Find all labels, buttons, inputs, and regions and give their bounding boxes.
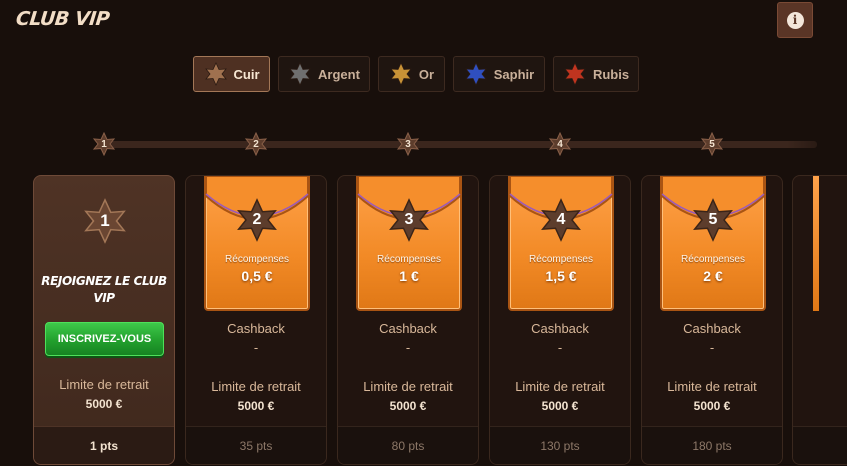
level-number: 4 [556, 211, 566, 228]
tab-label: Or [418, 66, 435, 82]
page-title: CLUB VIP [14, 8, 111, 30]
tab-saphir[interactable]: Saphir [453, 56, 545, 92]
level-number: 3 [404, 211, 414, 228]
marker-label: 3 [405, 138, 411, 150]
limit-label: Limite de retrait [667, 379, 757, 394]
limit-label: Limite de retrait [59, 377, 149, 392]
star-icon [564, 62, 586, 86]
rewards-label: Récompenses [377, 254, 441, 265]
reward-envelope: 3 Récompenses 1 € [356, 176, 462, 311]
level-marker: 4 [548, 132, 572, 156]
cashback-label: Cashback [379, 321, 437, 336]
level-card-partial [792, 175, 847, 465]
points-label: 80 pts [338, 426, 478, 464]
level-badge: 1 [82, 198, 128, 244]
points-label: 1 pts [34, 426, 174, 464]
level-number: 2 [252, 211, 262, 228]
tab-or[interactable]: Or [378, 56, 445, 92]
level-marker: 2 [244, 132, 268, 156]
level-badge: 2 [235, 198, 279, 242]
cashback-label: Cashback [683, 321, 741, 336]
rewards-label: Récompenses [529, 254, 593, 265]
signup-button[interactable]: INSCRIVEZ-VOUS [45, 322, 164, 356]
reward-value: 1,5 € [545, 268, 577, 284]
level-badge: 4 [539, 198, 583, 242]
star-icon [289, 62, 311, 86]
level-card: 4 Récompenses 1,5 € Cashback - Limite de… [489, 175, 631, 465]
level-card: 5 Récompenses 2 € Cashback - Limite de r… [641, 175, 783, 465]
cashback-value: - [405, 340, 411, 355]
marker-label: 1 [101, 138, 107, 150]
level-badge: 3 [387, 198, 431, 242]
tab-argent[interactable]: Argent [278, 56, 370, 92]
cashback-value: - [253, 340, 259, 355]
level-marker: 3 [396, 132, 420, 156]
reward-value: 0,5 € [241, 268, 273, 284]
star-icon [390, 62, 412, 86]
limit-value: 5000 € [693, 399, 731, 413]
rewards-label: Récompenses [225, 254, 289, 265]
envelope-edge [813, 176, 819, 311]
tab-label: Argent [318, 66, 360, 82]
tab-label: Rubis [592, 66, 630, 82]
level-card: 3 Récompenses 1 € Cashback - Limite de r… [337, 175, 479, 465]
limit-label: Limite de retrait [515, 379, 605, 394]
level-number: 5 [708, 211, 718, 228]
marker-label: 2 [253, 138, 259, 150]
tab-label: Cuir [233, 66, 260, 82]
level-marker: 1 [92, 132, 116, 156]
join-card: 1 REJOIGNEZ LE CLUB VIP INSCRIVEZ-VOUS L… [33, 175, 175, 465]
limit-value: 5000 € [237, 399, 275, 413]
reward-envelope: 4 Récompenses 1,5 € [508, 176, 614, 311]
info-icon: i [786, 11, 804, 29]
level-card: 2 Récompenses 0,5 € Cashback - Limite de… [185, 175, 327, 465]
marker-label: 5 [709, 138, 715, 150]
limit-label: Limite de retrait [211, 379, 301, 394]
reward-envelope: 2 Récompenses 0,5 € [204, 176, 310, 311]
marker-label: 4 [557, 138, 563, 150]
limit-value: 5000 € [85, 397, 123, 411]
tab-label: Saphir [493, 66, 535, 82]
reward-value: 2 € [703, 268, 723, 284]
cashback-label: Cashback [227, 321, 285, 336]
level-number: 1 [100, 211, 110, 230]
points-label: 35 pts [186, 426, 326, 464]
rewards-label: Récompenses [681, 254, 745, 265]
cashback-value: - [709, 340, 715, 355]
points-footer [793, 426, 847, 464]
tab-cuir[interactable]: Cuir [193, 56, 270, 92]
tab-rubis[interactable]: Rubis [553, 56, 639, 92]
info-button[interactable]: i [777, 2, 813, 38]
cashback-value: - [557, 340, 563, 355]
points-label: 180 pts [642, 426, 782, 464]
reward-envelope: 5 Récompenses 2 € [660, 176, 766, 311]
level-badge: 5 [691, 198, 735, 242]
star-icon [464, 62, 487, 86]
limit-label: Limite de retrait [363, 379, 453, 394]
star-icon [204, 62, 227, 86]
limit-value: 5000 € [389, 399, 427, 413]
points-label: 130 pts [490, 426, 630, 464]
level-marker: 5 [700, 132, 724, 156]
limit-value: 5000 € [541, 399, 579, 413]
cashback-label: Cashback [531, 321, 589, 336]
progress-track-fade [787, 141, 847, 148]
reward-value: 1 € [399, 268, 419, 284]
join-title: REJOIGNEZ LE CLUB VIP [41, 274, 167, 305]
